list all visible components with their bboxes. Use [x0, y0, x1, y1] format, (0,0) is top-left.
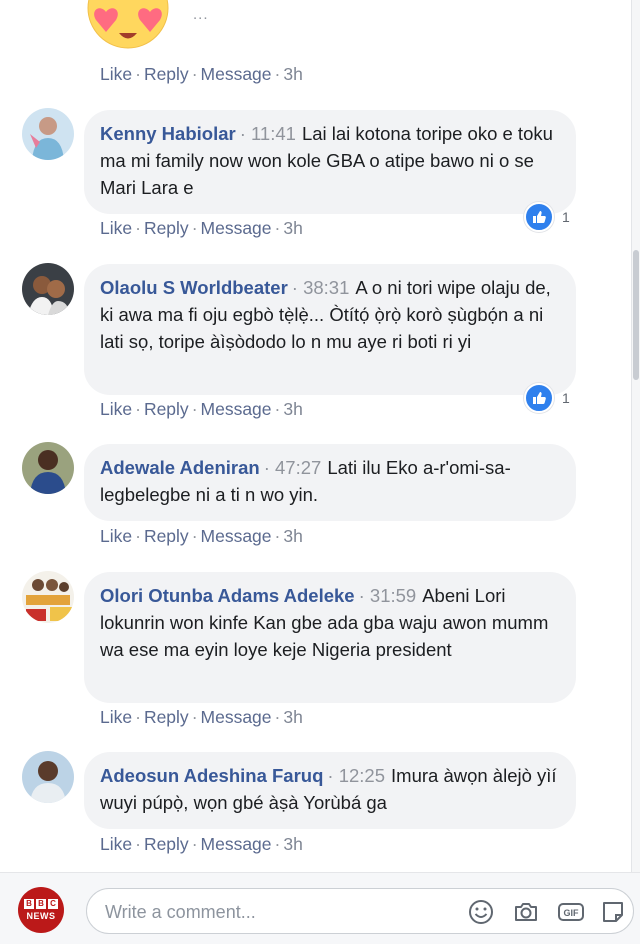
like-link[interactable]: Like — [100, 707, 132, 727]
reaction-count-label: 1 — [562, 390, 570, 406]
message-link[interactable]: Message — [201, 526, 272, 546]
comment-bubble: Kenny Habiolar11:41Lai lai kotona toripe… — [84, 110, 576, 214]
comment-author[interactable]: Olori Otunba Adams Adeleke — [100, 585, 355, 606]
more-options-icon[interactable]: ... — [193, 6, 209, 23]
reaction-count-label: 1 — [562, 209, 570, 225]
page-avatar[interactable]: B B C NEWS — [18, 887, 64, 933]
comment-time[interactable]: 3h — [283, 399, 302, 419]
comment-actions: Like · Reply · Message · 3h — [100, 707, 303, 727]
comment-time[interactable]: 3h — [283, 64, 302, 84]
comment-bubble: Olaolu S Worldbeater38:31A o ni tori wip… — [84, 264, 576, 395]
comment-time[interactable]: 3h — [283, 707, 302, 727]
comment-author[interactable]: Olaolu S Worldbeater — [100, 277, 288, 298]
comment-actions: Like · Reply · Message · 3h — [100, 218, 303, 238]
comment-input[interactable] — [103, 897, 447, 927]
reply-link[interactable]: Reply — [144, 707, 189, 727]
like-reaction-icon — [524, 383, 554, 413]
comment-actions: Like · Reply · Message · 3h — [100, 526, 303, 546]
like-link[interactable]: Like — [100, 218, 132, 238]
emoji-icon[interactable] — [467, 898, 495, 926]
scrollbar[interactable] — [631, 0, 640, 943]
comment-timestamp: 12:25 — [327, 765, 385, 786]
bbc-logo-block: B — [24, 899, 34, 909]
comment-time[interactable]: 3h — [283, 834, 302, 854]
reply-link[interactable]: Reply — [144, 218, 189, 238]
bbc-logo-block: C — [48, 899, 58, 909]
comment-time[interactable]: 3h — [283, 218, 302, 238]
sticker-icon[interactable] — [599, 898, 627, 926]
comment-author[interactable]: Kenny Habiolar — [100, 123, 236, 144]
reply-link[interactable]: Reply — [144, 526, 189, 546]
comment-bubble: Adeosun Adeshina Faruq12:25Imura àwọn àl… — [84, 752, 576, 829]
comment-bubble: Olori Otunba Adams Adeleke31:59Abeni Lor… — [84, 572, 576, 703]
comment-actions: Like · Reply · Message · 3h — [100, 834, 303, 854]
comment-composer: B B C NEWS GIF — [0, 872, 640, 944]
comment-author[interactable]: Adewale Adeniran — [100, 457, 260, 478]
like-link[interactable]: Like — [100, 834, 132, 854]
comment-timestamp: 11:41 — [240, 123, 296, 144]
comment-timestamp: 47:27 — [264, 457, 322, 478]
reply-link[interactable]: Reply — [144, 834, 189, 854]
like-reaction-icon — [524, 202, 554, 232]
comment-input-box[interactable]: GIF — [86, 888, 634, 934]
avatar[interactable] — [22, 571, 74, 623]
comment-actions: Like · Reply · Message · 3h — [100, 399, 303, 419]
message-link[interactable]: Message — [201, 834, 272, 854]
comment-actions: Like · Reply · Message · 3h — [100, 64, 303, 84]
bbc-logo: B B C — [24, 899, 58, 909]
message-link[interactable]: Message — [201, 707, 272, 727]
message-link[interactable]: Message — [201, 218, 272, 238]
reply-link[interactable]: Reply — [144, 64, 189, 84]
scrollbar-thumb[interactable] — [633, 250, 639, 380]
like-link[interactable]: Like — [100, 64, 132, 84]
avatar[interactable] — [22, 263, 74, 315]
camera-icon[interactable] — [512, 898, 540, 926]
bbc-logo-block: B — [36, 899, 46, 909]
avatar[interactable] — [22, 108, 74, 160]
comment-timestamp: 31:59 — [359, 585, 417, 606]
message-link[interactable]: Message — [201, 399, 272, 419]
like-link[interactable]: Like — [100, 526, 132, 546]
reaction-count[interactable]: 1 — [524, 202, 570, 232]
reply-link[interactable]: Reply — [144, 399, 189, 419]
gif-icon[interactable]: GIF — [557, 898, 585, 926]
message-link[interactable]: Message — [201, 64, 272, 84]
avatar[interactable] — [22, 442, 74, 494]
comment-author[interactable]: Adeosun Adeshina Faruq — [100, 765, 323, 786]
comment-timestamp: 38:31 — [292, 277, 350, 298]
comment-time[interactable]: 3h — [283, 526, 302, 546]
news-label: NEWS — [26, 911, 56, 921]
gif-label: GIF — [564, 908, 580, 918]
comment-bubble: Adewale Adeniran47:27Lati ilu Eko a-r'om… — [84, 444, 576, 521]
avatar[interactable] — [22, 751, 74, 803]
like-link[interactable]: Like — [100, 399, 132, 419]
heart-eyes-sticker — [86, 0, 170, 50]
reaction-count[interactable]: 1 — [524, 383, 570, 413]
